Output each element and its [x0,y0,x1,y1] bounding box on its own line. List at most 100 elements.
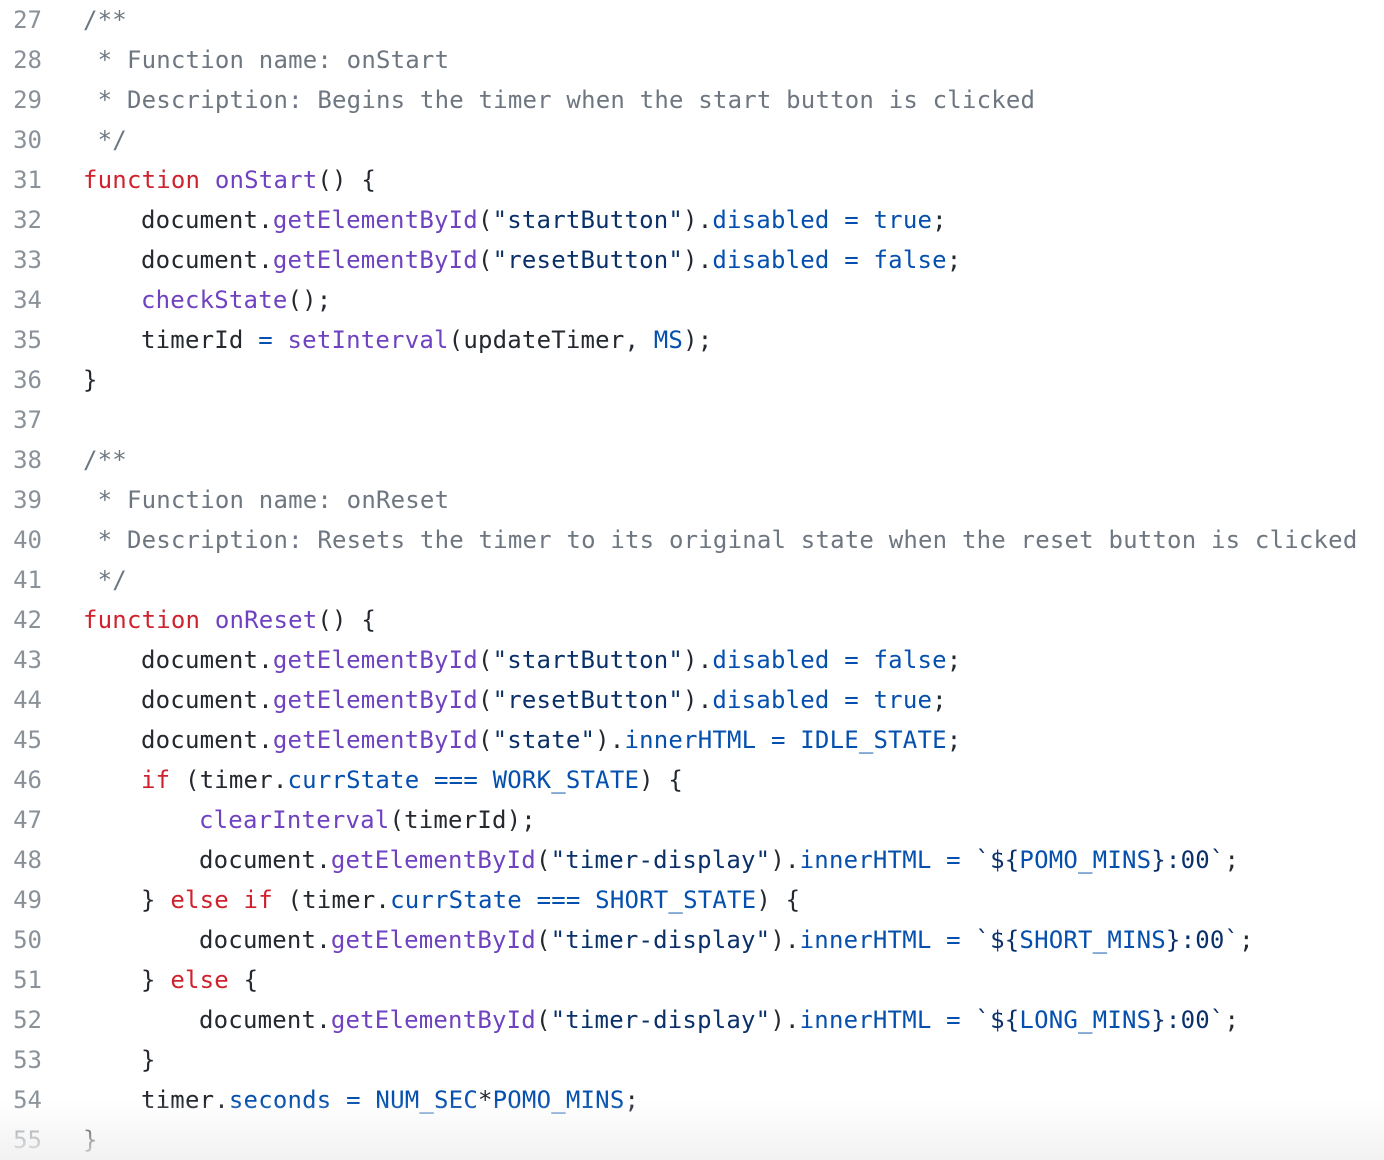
line-code: * Function name: onReset [83,486,449,514]
line-code: document.getElementById("startButton").d… [83,646,961,674]
code-token: function [83,606,201,634]
line-number[interactable]: 49 [0,886,42,914]
line-code: */ [83,126,127,154]
code-token: document. [141,646,273,674]
code-token: onReset [214,606,318,634]
line-number[interactable]: 53 [0,1046,42,1074]
code-token: MS [653,326,684,354]
code-token: if [141,766,171,794]
code-line: 52 document.getElementById("timer-display… [0,1000,1384,1040]
line-number[interactable]: 43 [0,646,42,674]
line-number[interactable]: 51 [0,966,42,994]
line-number[interactable]: 37 [0,406,42,434]
line-number[interactable]: 54 [0,1086,42,1114]
code-view: 27/** 28 * Function name: onStart 29 * Des… [0,0,1384,1160]
line-code: document.getElementById("timer-display")… [83,846,1239,874]
code-token: ; [946,726,962,754]
line-code: document.getElementById("resetButton").d… [83,246,961,274]
code-token: "resetButton" [492,246,684,274]
code-token: innerHTML [624,726,757,754]
line-number[interactable]: 34 [0,286,42,314]
line-number[interactable]: 42 [0,606,42,634]
code-line: 36} [0,360,1384,400]
line-number[interactable]: 32 [0,206,42,234]
line-number[interactable]: 55 [0,1126,42,1154]
code-line: 34 checkState(); [0,280,1384,320]
line-code: } [83,1126,98,1154]
line-number[interactable]: 36 [0,366,42,394]
line-code: document.getElementById("startButton").d… [83,206,947,234]
code-token: = [946,1006,961,1034]
line-number[interactable]: 35 [0,326,42,354]
code-token: ; [946,246,962,274]
code-token: = [258,326,273,354]
code-token: "startButton" [492,206,684,234]
line-number[interactable]: 38 [0,446,42,474]
code-line: 50 document.getElementById("timer-display… [0,920,1384,960]
code-token: (timer. [170,766,288,794]
code-token: ( [477,206,493,234]
code-token: ; [624,1086,640,1114]
line-number[interactable]: 41 [0,566,42,594]
line-number[interactable]: 28 [0,46,42,74]
line-number[interactable]: 40 [0,526,42,554]
code-token: = [844,646,859,674]
code-token: = [844,246,859,274]
line-number[interactable]: 29 [0,86,42,114]
code-token: */ [83,126,127,154]
code-line: 40 * Description: Resets the timer to it… [0,520,1384,560]
line-code: * Description: Begins the timer when the… [83,86,1035,114]
code-token: /** [83,6,127,34]
line-number[interactable]: 39 [0,486,42,514]
line-code: document.getElementById("timer-display")… [83,926,1254,954]
code-line: 32 document.getElementById("startButton")… [0,200,1384,240]
code-token: document. [141,206,273,234]
code-token: }:00` [1165,926,1240,954]
line-code: timerId = setInterval(updateTimer, MS); [83,326,712,354]
code-token: setInterval [287,326,449,354]
line-number[interactable]: 27 [0,6,42,34]
line-number[interactable]: 33 [0,246,42,274]
code-token: POMO_MINS [1019,846,1152,874]
code-token: "resetButton" [492,686,684,714]
line-number[interactable]: 45 [0,726,42,754]
line-number[interactable]: 48 [0,846,42,874]
line-number[interactable]: 31 [0,166,42,194]
code-line: 38 /** [0,440,1384,480]
code-token: "state" [492,726,596,754]
code-token: `${ [975,846,1020,874]
code-token: "timer-display" [550,1006,771,1034]
line-code: } [83,1046,156,1074]
code-token: POMO_MINS [492,1086,625,1114]
line-number[interactable]: 30 [0,126,42,154]
line-code: document.getElementById("timer-display")… [83,1006,1239,1034]
code-line: 37 [0,400,1384,440]
line-number[interactable]: 44 [0,686,42,714]
code-line: 39 * Function name: onReset [0,480,1384,520]
line-number[interactable]: 47 [0,806,42,834]
line-number[interactable]: 50 [0,926,42,954]
line-number[interactable]: 46 [0,766,42,794]
code-token: /** [83,446,127,474]
code-token: innerHTML [799,926,932,954]
line-number[interactable]: 52 [0,1006,42,1034]
code-token: ; [946,646,962,674]
code-token: (updateTimer, [448,326,654,354]
code-token: getElementById [272,246,478,274]
code-token: getElementById [330,1006,536,1034]
code-token: === [434,766,478,794]
code-token: ( [477,646,493,674]
code-token: ; [1239,926,1254,954]
code-token: } [83,366,98,394]
